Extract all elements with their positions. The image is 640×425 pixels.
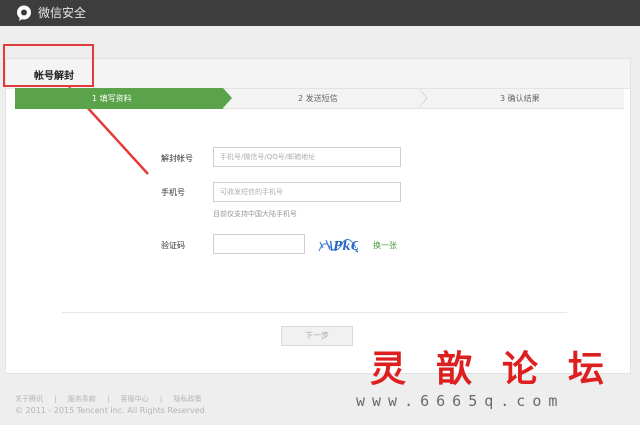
captcha-image[interactable]: \PkQ xyxy=(318,235,358,255)
step-1-arrow xyxy=(223,88,232,108)
footer-link-terms[interactable]: 服务条款 xyxy=(68,395,96,403)
step-1-label: 1 填写资料 xyxy=(92,94,132,103)
footer-link-privacy[interactable]: 隐私政策 xyxy=(173,395,201,403)
footer-links: 关于腾讯 | 服务条款 | 客服中心 | 隐私政策 xyxy=(15,394,210,404)
footer-separator: | xyxy=(159,395,163,403)
captcha-input[interactable] xyxy=(213,234,305,254)
captcha-refresh-link[interactable]: 换一张 xyxy=(373,240,397,251)
phone-input[interactable]: 可收发短信的手机号 xyxy=(213,182,401,202)
watermark-url: www.6665q.com xyxy=(356,392,565,410)
step-3-label: 3 确认结果 xyxy=(500,94,540,103)
copyright-text: © 2011 - 2015 Tencent Inc. All Rights Re… xyxy=(15,406,205,415)
phone-hint: 目前仅支持中国大陆手机号 xyxy=(213,210,297,218)
account-input[interactable]: 手机号/微信号/QQ号/邮箱地址 xyxy=(213,147,401,167)
captcha-label: 验证码 xyxy=(161,241,185,250)
captcha-image-text: \PkQ xyxy=(329,239,358,253)
footer-separator: | xyxy=(54,395,57,403)
step-2-label: 2 发送短信 xyxy=(298,94,338,103)
footer-link-support[interactable]: 客服中心 xyxy=(121,395,149,403)
step-separator-inner xyxy=(418,88,426,108)
phone-label: 手机号 xyxy=(161,188,185,197)
progress-steps: 1 填写资料 2 发送短信 3 确认结果 xyxy=(15,88,624,109)
watermark-title: 灵歆论坛 xyxy=(370,348,635,390)
account-label: 解封帐号 xyxy=(161,154,193,163)
footer-link-about[interactable]: 关于腾讯 xyxy=(15,395,43,403)
next-step-button[interactable]: 下一步 xyxy=(281,326,353,346)
footer-separator: | xyxy=(107,395,110,403)
form-divider xyxy=(62,312,567,313)
